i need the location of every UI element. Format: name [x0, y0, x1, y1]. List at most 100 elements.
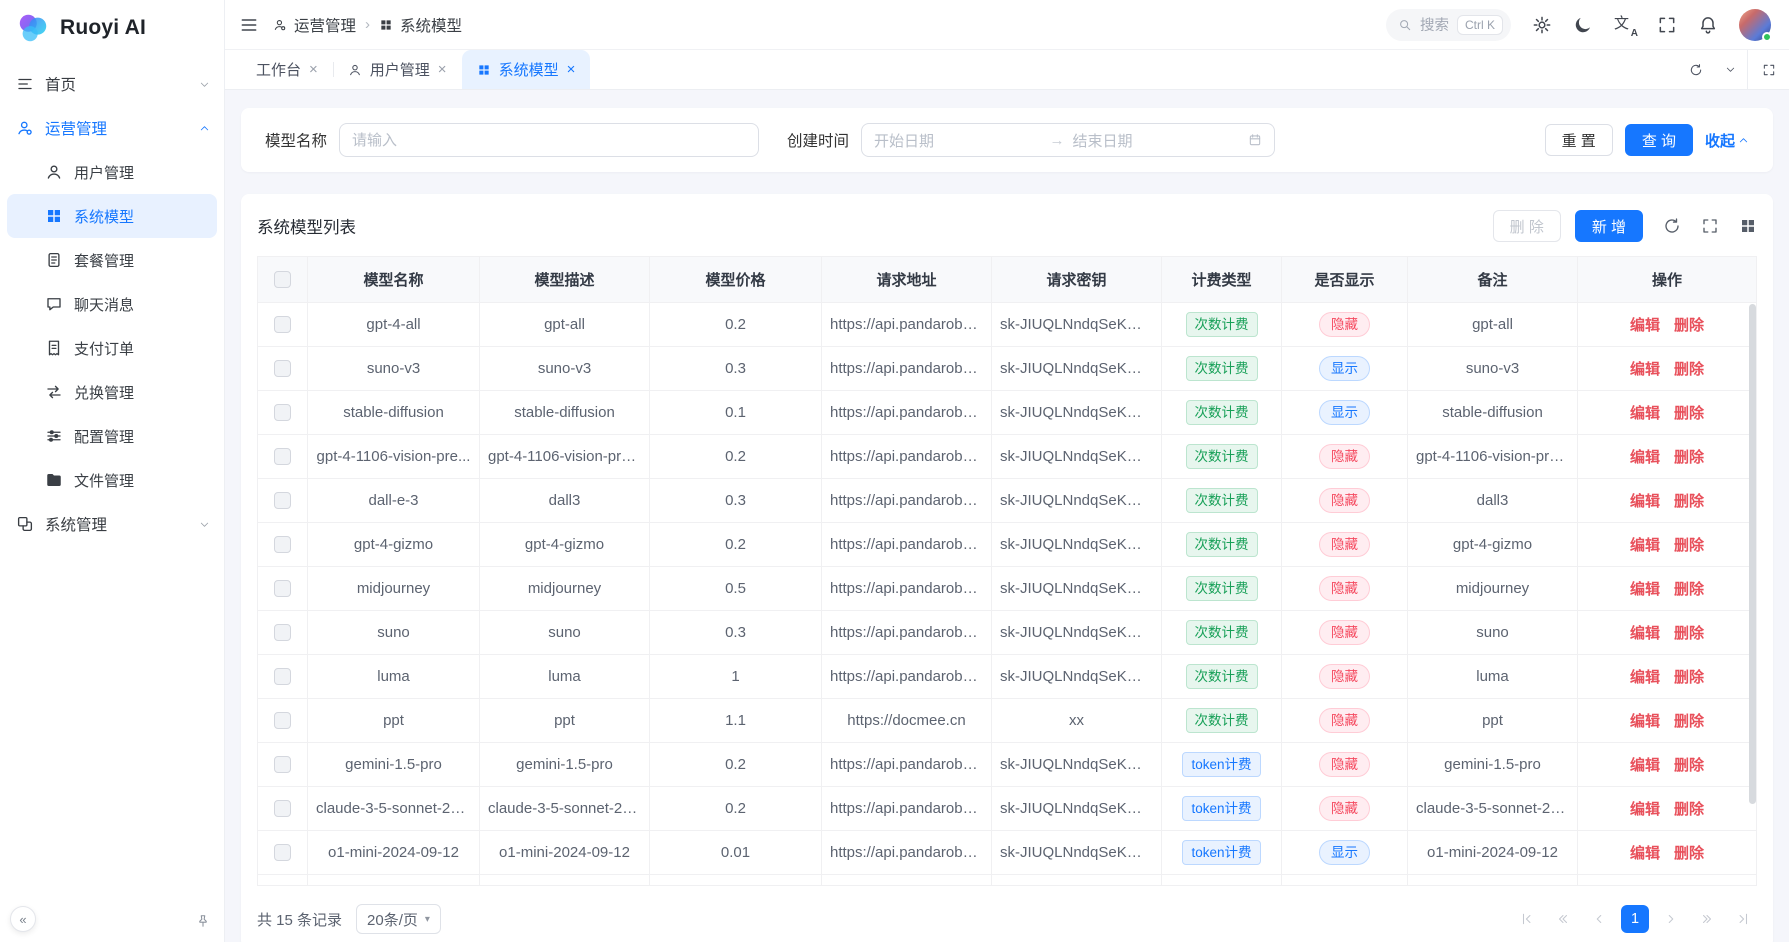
row-checkbox[interactable]	[274, 844, 291, 861]
page-size-select[interactable]: 20条/页 ▾	[356, 904, 441, 934]
edit-link[interactable]: 编辑	[1630, 361, 1660, 378]
sidebar-item-file-management[interactable]: 文件管理	[7, 458, 217, 502]
tab-system-model[interactable]: 系统模型 ×	[462, 50, 591, 89]
add-button[interactable]: 新 增	[1575, 210, 1643, 242]
edit-link[interactable]: 编辑	[1630, 845, 1660, 862]
sidebar-item-home[interactable]: 首页	[0, 62, 224, 106]
row-checkbox[interactable]	[274, 624, 291, 641]
close-icon[interactable]: ×	[309, 62, 318, 77]
row-checkbox[interactable]	[274, 800, 291, 817]
model-name-input[interactable]	[339, 123, 759, 157]
cell-model-desc: midjourney	[480, 567, 650, 611]
delete-link[interactable]: 删除	[1674, 317, 1704, 334]
delete-link[interactable]: 删除	[1674, 493, 1704, 510]
select-all-checkbox[interactable]	[274, 271, 291, 288]
row-checkbox[interactable]	[274, 668, 291, 685]
sidebar-item-package-management[interactable]: 套餐管理	[7, 238, 217, 282]
breadcrumb-system-model[interactable]: 系统模型	[379, 14, 462, 36]
fast-next-button[interactable]	[1693, 905, 1721, 933]
sidebar-item-exchange-management[interactable]: 兑换管理	[7, 370, 217, 414]
vertical-scrollbar-thumb[interactable]	[1749, 304, 1756, 804]
chevron-down-icon[interactable]	[1713, 50, 1747, 89]
tab-user-management[interactable]: 用户管理 ×	[333, 50, 462, 89]
sidebar-item-chat-messages[interactable]: 聊天消息	[7, 282, 217, 326]
sidebar-item-user-management[interactable]: 用户管理	[7, 150, 217, 194]
row-checkbox[interactable]	[274, 448, 291, 465]
dark-mode-icon[interactable]	[1573, 15, 1593, 35]
sidebar-item-system-model[interactable]: 系统模型	[7, 194, 217, 238]
last-page-button[interactable]	[1729, 905, 1757, 933]
delete-link[interactable]: 删除	[1674, 361, 1704, 378]
first-page-button[interactable]	[1513, 905, 1541, 933]
edit-link[interactable]: 编辑	[1630, 317, 1660, 334]
sidebar-item-payment-orders[interactable]: 支付订单	[7, 326, 217, 370]
delete-link[interactable]: 删除	[1674, 449, 1704, 466]
sidebar-item-config-management[interactable]: 配置管理	[7, 414, 217, 458]
row-checkbox[interactable]	[274, 580, 291, 597]
delete-link[interactable]: 删除	[1674, 669, 1704, 686]
edit-link[interactable]: 编辑	[1630, 757, 1660, 774]
cell-model-price: 0.2	[650, 787, 822, 831]
search-input[interactable]: 搜索 Ctrl K	[1386, 9, 1511, 41]
cell-request-key: sk-JIUQLNndqSeKWU...	[992, 743, 1162, 787]
reset-button[interactable]: 重 置	[1545, 124, 1613, 156]
table-row: midjourney midjourney 0.5 https://api.pa…	[258, 567, 1757, 611]
collapse-filter-link[interactable]: 收起	[1705, 130, 1749, 151]
next-page-button[interactable]	[1657, 905, 1685, 933]
table-row: gemini-1.5-pro gemini-1.5-pro 0.2 https:…	[258, 743, 1757, 787]
date-range-picker[interactable]: 开始日期 → 结束日期	[861, 123, 1275, 157]
delete-link[interactable]: 删除	[1674, 845, 1704, 862]
delete-link[interactable]: 删除	[1674, 581, 1704, 598]
table-fullscreen-icon[interactable]	[1701, 217, 1719, 235]
sidebar-item-operations[interactable]: 运营管理	[0, 106, 224, 150]
content-fullscreen-icon[interactable]	[1747, 50, 1789, 89]
column-settings-icon[interactable]	[1739, 217, 1757, 235]
logo[interactable]: Ruoyi AI	[0, 0, 224, 56]
edit-link[interactable]: 编辑	[1630, 493, 1660, 510]
cell-model-desc: dall3	[480, 479, 650, 523]
tab-workbench[interactable]: 工作台 ×	[241, 50, 333, 89]
close-icon[interactable]: ×	[567, 62, 576, 77]
page-number-current[interactable]: 1	[1621, 905, 1649, 933]
edit-link[interactable]: 编辑	[1630, 669, 1660, 686]
edit-link[interactable]: 编辑	[1630, 537, 1660, 554]
row-checkbox[interactable]	[274, 360, 291, 377]
delete-link[interactable]: 删除	[1674, 537, 1704, 554]
sidebar-item-system-management[interactable]: 系统管理	[0, 502, 224, 546]
close-icon[interactable]: ×	[438, 62, 447, 77]
hamburger-menu-icon[interactable]	[239, 15, 259, 35]
notifications-icon[interactable]	[1698, 15, 1718, 35]
prev-page-button[interactable]	[1585, 905, 1613, 933]
row-checkbox[interactable]	[274, 492, 291, 509]
edit-link[interactable]: 编辑	[1630, 405, 1660, 422]
row-checkbox[interactable]	[274, 756, 291, 773]
row-checkbox[interactable]	[274, 404, 291, 421]
cell-request-key: sk-JIUQLNndqSeKWU...	[992, 303, 1162, 347]
avatar[interactable]	[1739, 9, 1771, 41]
language-icon[interactable]: 文A	[1614, 14, 1636, 36]
delete-link[interactable]: 删除	[1674, 801, 1704, 818]
delete-link[interactable]: 删除	[1674, 713, 1704, 730]
fast-prev-button[interactable]	[1549, 905, 1577, 933]
pin-icon[interactable]	[196, 914, 210, 928]
delete-link[interactable]: 删除	[1674, 757, 1704, 774]
refresh-icon[interactable]	[1679, 50, 1713, 89]
edit-link[interactable]: 编辑	[1630, 713, 1660, 730]
search-button[interactable]: 查 询	[1625, 124, 1693, 156]
delete-button[interactable]: 删 除	[1493, 210, 1561, 242]
edit-link[interactable]: 编辑	[1630, 581, 1660, 598]
breadcrumb-operations[interactable]: 运营管理	[273, 14, 356, 36]
delete-link[interactable]: 删除	[1674, 625, 1704, 642]
cell-model-desc: gpt-all	[480, 303, 650, 347]
row-checkbox[interactable]	[274, 316, 291, 333]
edit-link[interactable]: 编辑	[1630, 625, 1660, 642]
sidebar-collapse-button[interactable]: «	[10, 906, 36, 932]
delete-link[interactable]: 删除	[1674, 405, 1704, 422]
settings-icon[interactable]	[1532, 15, 1552, 35]
table-refresh-icon[interactable]	[1663, 217, 1681, 235]
edit-link[interactable]: 编辑	[1630, 449, 1660, 466]
row-checkbox[interactable]	[274, 536, 291, 553]
row-checkbox[interactable]	[274, 712, 291, 729]
edit-link[interactable]: 编辑	[1630, 801, 1660, 818]
fullscreen-icon[interactable]	[1657, 15, 1677, 35]
